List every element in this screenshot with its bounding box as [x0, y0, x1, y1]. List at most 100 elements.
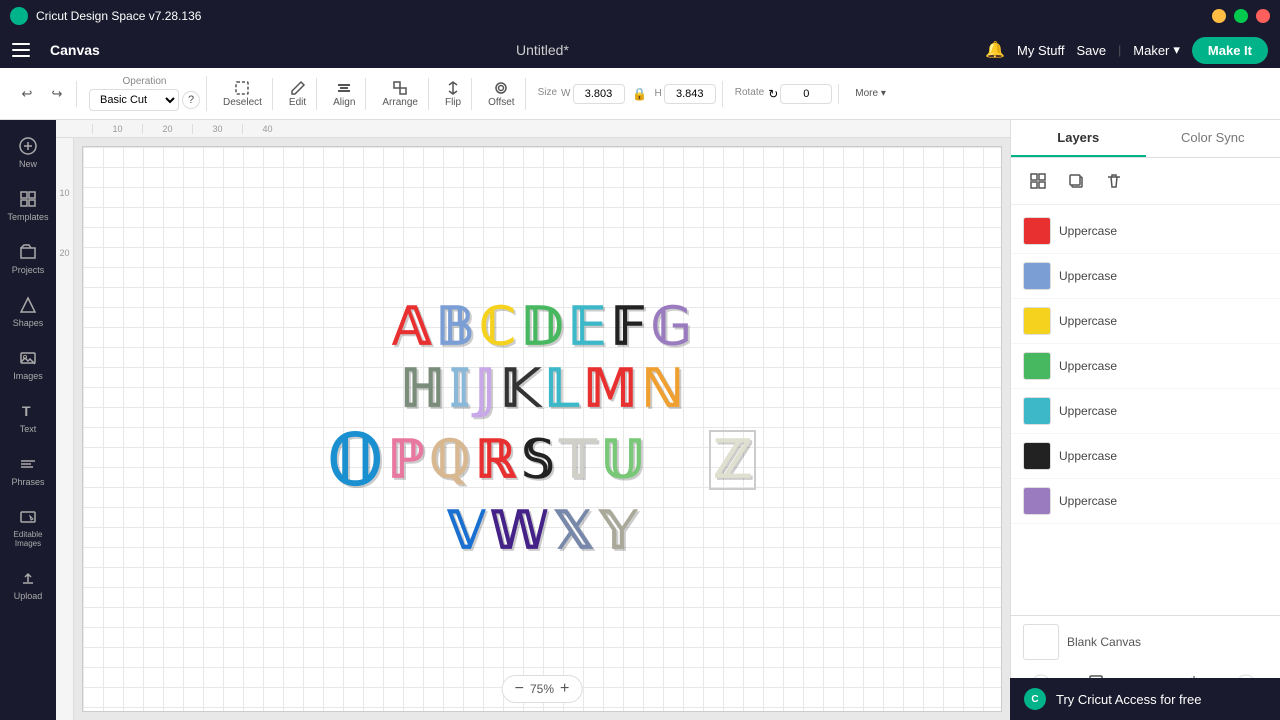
zoom-in-button[interactable]: +	[560, 680, 569, 698]
layers-list: Uppercase Uppercase Uppercase Uppercase …	[1011, 205, 1280, 615]
width-input[interactable]	[573, 84, 625, 104]
banner-text: Try Cricut Access for free	[1056, 692, 1201, 707]
ruler-mark: 30	[192, 124, 242, 134]
height-label: H	[655, 88, 662, 99]
deselect-button[interactable]: Deselect	[219, 78, 266, 110]
letter-L[interactable]: 𝕃	[545, 363, 579, 415]
letter-R[interactable]: ℝ	[475, 434, 516, 486]
layer-name: Uppercase	[1059, 359, 1117, 373]
sidebar-item-projects[interactable]: Projects	[5, 234, 51, 283]
letter-A[interactable]: 𝔸	[393, 301, 432, 353]
letter-Q[interactable]: ℚ	[429, 434, 470, 486]
layer-item[interactable]: Uppercase	[1011, 434, 1280, 479]
letter-C[interactable]: ℂ	[479, 301, 515, 353]
letter-W[interactable]: 𝕎	[490, 505, 548, 557]
duplicate-button[interactable]	[1061, 166, 1091, 196]
flip-button[interactable]: Flip	[441, 78, 465, 110]
redo-button[interactable]: ↪	[44, 81, 70, 107]
letter-D[interactable]: 𝔻	[521, 301, 564, 353]
tab-layers[interactable]: Layers	[1011, 120, 1146, 157]
letter-T[interactable]: 𝕋	[559, 434, 596, 486]
main-area: New Templates Projects Shapes Images T T…	[0, 120, 1280, 720]
group-button[interactable]	[1023, 166, 1053, 196]
maximize-button[interactable]: □	[1234, 9, 1248, 23]
zoom-out-button[interactable]: −	[515, 680, 524, 698]
lock-ratio-button[interactable]: 🔒	[627, 81, 653, 107]
operation-select[interactable]: Basic Cut	[89, 89, 179, 111]
operation-help-button[interactable]: ?	[182, 91, 200, 109]
undo-button[interactable]: ↩	[14, 81, 40, 107]
notifications-icon[interactable]: 🔔	[985, 40, 1005, 60]
letter-F[interactable]: 𝔽	[611, 301, 646, 353]
save-button[interactable]: Save	[1077, 43, 1107, 58]
letter-H[interactable]: ℍ	[400, 363, 444, 415]
letter-G[interactable]: 𝔾	[651, 301, 691, 353]
ruler-left-mark: 20	[59, 248, 69, 258]
letter-O[interactable]: 𝕆	[328, 425, 383, 495]
letter-P[interactable]: ℙ	[388, 434, 424, 486]
layer-item[interactable]: Uppercase	[1011, 389, 1280, 434]
letter-J[interactable]: 𝕁	[475, 363, 495, 415]
letter-V[interactable]: 𝕍	[448, 505, 486, 557]
sidebar-item-editable-images[interactable]: Editable Images	[5, 499, 51, 556]
operation-group: Operation Basic Cut ?	[83, 76, 207, 111]
sidebar-item-images[interactable]: Images	[5, 340, 51, 389]
letter-I[interactable]: 𝕀	[450, 363, 470, 415]
tab-color-sync[interactable]: Color Sync	[1146, 120, 1280, 157]
rotate-input[interactable]	[780, 84, 832, 104]
panel-tabs: Layers Color Sync	[1011, 120, 1280, 158]
sidebar-label-editable-images: Editable Images	[9, 530, 47, 548]
blank-canvas-row: Blank Canvas	[1023, 624, 1268, 660]
letter-B[interactable]: 𝔹	[436, 301, 474, 353]
maker-dropdown[interactable]: Maker ▾	[1133, 42, 1180, 58]
layer-thumbnail	[1023, 217, 1051, 245]
sidebar-item-new[interactable]: New	[5, 128, 51, 177]
hamburger-menu[interactable]	[12, 39, 34, 61]
letter-N[interactable]: ℕ	[642, 363, 684, 415]
sidebar-item-phrases[interactable]: Phrases	[5, 446, 51, 495]
height-input[interactable]	[664, 84, 716, 104]
letter-row-1: 𝔸 𝔹 ℂ 𝔻 𝔼 𝔽 𝔾	[393, 301, 692, 353]
layer-item[interactable]: Uppercase	[1011, 209, 1280, 254]
more-button[interactable]: More ▾	[851, 86, 890, 101]
layer-item[interactable]: Uppercase	[1011, 299, 1280, 344]
letter-X[interactable]: 𝕏	[553, 505, 595, 557]
letter-Z[interactable]: ℤ	[709, 430, 756, 490]
maker-chevron-icon: ▾	[1173, 42, 1180, 58]
layer-item[interactable]: Uppercase	[1011, 479, 1280, 524]
sidebar-item-shapes[interactable]: Shapes	[5, 287, 51, 336]
layer-name: Uppercase	[1059, 314, 1117, 328]
offset-button[interactable]: Offset	[484, 78, 519, 110]
close-button[interactable]: ×	[1256, 9, 1270, 23]
edit-button[interactable]: Edit	[285, 78, 310, 110]
cricut-banner[interactable]: C Try Cricut Access for free	[1010, 678, 1280, 720]
operation-label: Operation	[89, 76, 200, 87]
top-nav: Canvas Untitled* 🔔 My Stuff Save | Maker…	[0, 32, 1280, 68]
letter-M[interactable]: 𝕄	[584, 363, 637, 415]
letter-S[interactable]: 𝕊	[521, 434, 554, 486]
minimize-button[interactable]: −	[1212, 9, 1226, 23]
canvas-area[interactable]: 10 20 30 40 10 20 𝔸 𝔹	[56, 120, 1010, 720]
letter-E[interactable]: 𝔼	[568, 301, 606, 353]
edit-group: Edit	[279, 78, 317, 110]
letter-Y[interactable]: 𝕐	[600, 505, 637, 557]
document-title: Untitled*	[116, 42, 969, 58]
offset-group: Offset	[478, 78, 526, 110]
delete-button[interactable]	[1099, 166, 1129, 196]
arrange-button[interactable]: Arrange	[378, 78, 422, 110]
deselect-group: Deselect	[213, 78, 273, 110]
sidebar-item-templates[interactable]: Templates	[5, 181, 51, 230]
sidebar-label-text: Text	[20, 424, 37, 434]
make-it-button[interactable]: Make It	[1192, 37, 1268, 64]
align-button[interactable]: Align	[329, 78, 359, 110]
layer-thumbnail	[1023, 262, 1051, 290]
canvas-content[interactable]: 𝔸 𝔹 ℂ 𝔻 𝔼 𝔽 𝔾 ℍ 𝕀 𝕁 𝕂 𝕃	[82, 146, 1002, 712]
sidebar-item-text[interactable]: T Text	[5, 393, 51, 442]
layer-item[interactable]: Uppercase	[1011, 254, 1280, 299]
letter-K[interactable]: 𝕂	[500, 363, 539, 415]
letter-U[interactable]: 𝕌	[601, 434, 644, 486]
my-stuff-link[interactable]: My Stuff	[1017, 43, 1064, 58]
letter-row-4: 𝕍 𝕎 𝕏 𝕐	[448, 505, 637, 557]
layer-item[interactable]: Uppercase	[1011, 344, 1280, 389]
sidebar-item-upload[interactable]: Upload	[5, 560, 51, 609]
